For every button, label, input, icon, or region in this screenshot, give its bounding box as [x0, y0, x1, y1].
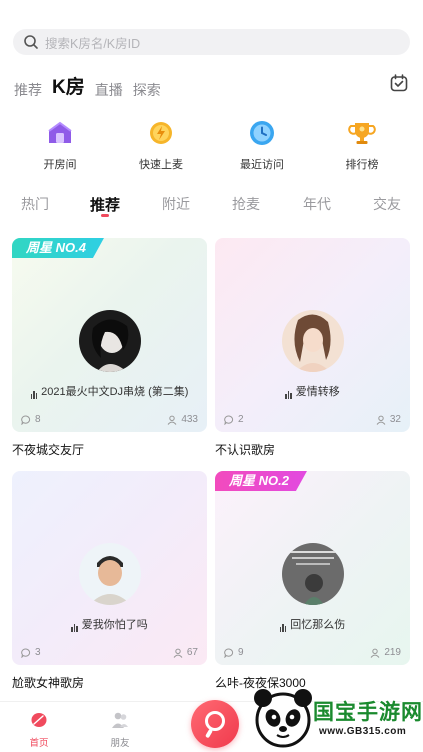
room-name: 不夜城交友厅: [12, 443, 85, 457]
room-name: 不认识歌房: [215, 443, 276, 457]
search-placeholder: 搜索K房名/K房ID: [45, 36, 141, 51]
home-leaf-icon: [31, 713, 47, 727]
song-title: 2021最火中文DJ串烧 (第二集): [41, 386, 189, 398]
category-active-indicator: [101, 214, 109, 217]
tab-explore[interactable]: 探索: [133, 80, 161, 100]
avatar: [78, 543, 141, 605]
microphone-icon: [205, 711, 225, 731]
avatar: [78, 310, 141, 372]
comment-icon: [21, 415, 31, 425]
watermark-url: www.GB315.com: [319, 726, 407, 737]
quick-mic-action[interactable]: 快速上麦: [121, 118, 201, 172]
room-card[interactable]: 爱我你怕了吗 3 67 尬歌女神歌房: [12, 471, 207, 691]
audio-bars-icon: [71, 620, 79, 632]
song-info: 2021最火中文DJ串烧 (第二集): [12, 383, 207, 399]
category-nearby[interactable]: 附近: [162, 194, 190, 214]
recent-visit-action[interactable]: 最近访问: [222, 118, 302, 172]
category-hot[interactable]: 热门: [21, 194, 49, 214]
weekly-star-badge: 周星 NO.4: [12, 238, 104, 258]
room-stats: 2 32: [224, 414, 401, 425]
comment-icon: [224, 648, 234, 658]
sing-mic-button[interactable]: [191, 700, 239, 748]
listener-count: 32: [389, 414, 401, 425]
song-title: 爱情转移: [295, 386, 340, 398]
watermark-text: 国宝手游网: [313, 701, 423, 724]
user-icon: [173, 648, 183, 658]
comment-icon: [21, 648, 31, 658]
category-recommend[interactable]: 推荐: [90, 194, 120, 215]
room-cover: 周星 NO.4 2021最火中文DJ串烧 (第二集) 8 433: [12, 238, 207, 432]
user-icon: [370, 648, 380, 658]
top-tabs: 推荐 K房 直播 探索: [14, 70, 161, 100]
room-stats: 9 219: [224, 647, 401, 658]
room-card[interactable]: 周星 NO.2 回忆那么伤 9 219 么咔-夜夜保3000: [215, 471, 410, 691]
song-title: 回忆那么伤: [290, 619, 346, 631]
room-card[interactable]: 爱情转移 2 32 不认识歌房: [215, 238, 410, 458]
nav-friends[interactable]: 朋友: [100, 711, 140, 749]
weekly-star-badge: 周星 NO.2: [215, 471, 307, 491]
quick-actions: 开房间 快速上麦 最近访问 排行榜: [0, 118, 423, 174]
room-card[interactable]: 周星 NO.4 2021最火中文DJ串烧 (第二集) 8 433 不夜城交友厅: [12, 238, 207, 458]
song-info: 回忆那么伤: [215, 616, 410, 632]
nav-home-label: 首页: [29, 738, 49, 749]
recent-visit-label: 最近访问: [240, 159, 284, 171]
category-grab-mic[interactable]: 抢麦: [232, 194, 260, 214]
user-icon: [167, 415, 177, 425]
audio-bars-icon: [279, 620, 288, 632]
audio-bars-icon: [30, 387, 39, 399]
leaderboard-action[interactable]: 排行榜: [322, 118, 402, 172]
listener-count: 433: [181, 414, 198, 425]
avatar: [281, 543, 344, 605]
room-cover: 周星 NO.2 回忆那么伤 9 219: [215, 471, 410, 665]
clock-icon: [250, 121, 274, 145]
trophy-icon: [348, 123, 376, 144]
watermark: 国宝手游网 www.GB315.com: [251, 680, 423, 752]
calendar-check-icon[interactable]: [389, 73, 409, 93]
song-info: 爱情转移: [215, 383, 410, 399]
room-cover: 爱我你怕了吗 3 67: [12, 471, 207, 665]
tab-live[interactable]: 直播: [95, 80, 123, 100]
room-cover: 爱情转移 2 32: [215, 238, 410, 432]
comment-count: 9: [238, 647, 244, 658]
tab-recommend[interactable]: 推荐: [14, 80, 42, 100]
category-era[interactable]: 年代: [303, 194, 331, 214]
leaderboard-label: 排行榜: [345, 159, 379, 171]
house-icon: [48, 121, 72, 143]
panda-logo-icon: [254, 689, 312, 748]
search-icon: [24, 35, 38, 49]
quick-mic-label: 快速上麦: [139, 159, 183, 171]
bolt-coin-icon: [150, 122, 172, 144]
category-tabs: 热门 推荐 附近 抢麦 年代 交友: [0, 194, 423, 224]
comment-icon: [224, 415, 234, 425]
audio-bars-icon: [285, 387, 293, 399]
room-name: 尬歌女神歌房: [12, 676, 85, 690]
nav-home[interactable]: 首页: [19, 711, 59, 749]
user-icon: [376, 415, 386, 425]
tab-k-room[interactable]: K房: [52, 76, 85, 100]
room-stats: 8 433: [21, 414, 198, 425]
search-bar[interactable]: 搜索K房名/K房ID: [13, 29, 410, 55]
comment-count: 2: [238, 414, 244, 425]
open-room-label: 开房间: [43, 159, 77, 171]
comment-count: 8: [35, 414, 41, 425]
listener-count: 67: [186, 647, 198, 658]
category-social[interactable]: 交友: [373, 194, 401, 214]
open-room-action[interactable]: 开房间: [20, 118, 100, 172]
friends-icon: [112, 712, 128, 728]
song-title: 爱我你怕了吗: [81, 619, 148, 631]
comment-count: 3: [35, 647, 41, 658]
listener-count: 219: [384, 647, 401, 658]
room-stats: 3 67: [21, 647, 198, 658]
avatar: [281, 310, 344, 372]
k-room-page: 搜索K房名/K房ID 推荐 K房 直播 探索 开房间 快速上麦 最近访问 排行榜…: [0, 0, 423, 752]
nav-friends-label: 朋友: [110, 738, 130, 749]
song-info: 爱我你怕了吗: [12, 616, 207, 632]
